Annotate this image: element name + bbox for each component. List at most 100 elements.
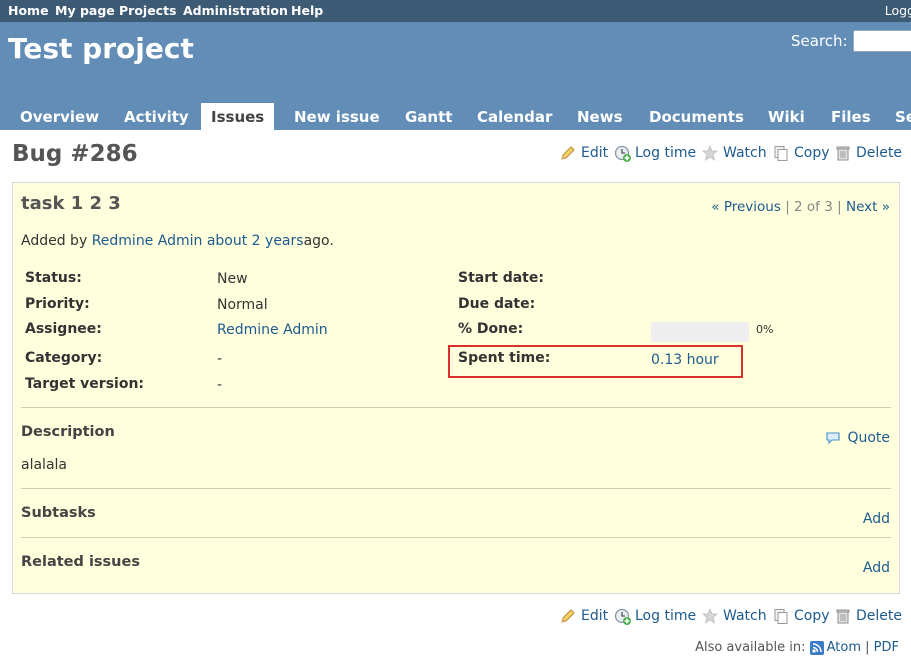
- divider: [21, 407, 891, 408]
- watch-link[interactable]: Watch: [723, 145, 767, 161]
- top-menu: Home My page Projects Administration Hel…: [0, 0, 911, 22]
- search-label: Search:: [791, 32, 848, 50]
- divider: [21, 537, 891, 538]
- tab-activity[interactable]: Activity: [114, 103, 199, 130]
- priority-label: Priority:: [25, 296, 90, 312]
- log-time-link[interactable]: Log time: [635, 145, 696, 161]
- delete-action[interactable]: Delete: [835, 608, 902, 624]
- page-title: Bug #286: [12, 141, 138, 167]
- previous-link[interactable]: « Previous: [711, 199, 781, 215]
- other-formats: Also available in: Atom | PDF: [695, 640, 899, 655]
- category-label: Category:: [25, 350, 103, 366]
- contextual-actions-top: Edit Log time Watch Copy Delete: [560, 144, 905, 165]
- copy-action[interactable]: Copy: [773, 145, 830, 161]
- search-input[interactable]: [853, 30, 911, 52]
- top-menu-projects[interactable]: Projects: [119, 3, 177, 18]
- also-available-label: Also available in:: [695, 640, 806, 655]
- created-time-link[interactable]: about 2 years: [207, 233, 304, 249]
- star-icon: [701, 607, 719, 624]
- feed-icon: [809, 640, 824, 655]
- status-value: New: [217, 271, 248, 287]
- tab-gantt[interactable]: Gantt: [395, 103, 462, 130]
- delete-action[interactable]: Delete: [835, 145, 902, 161]
- add-related-issue-link[interactable]: Add: [863, 560, 890, 576]
- watch-action[interactable]: Watch: [701, 607, 767, 624]
- tab-files[interactable]: Files: [821, 103, 881, 130]
- log-time-link[interactable]: Log time: [635, 608, 696, 624]
- comment-icon: [825, 430, 841, 446]
- priority-value: Normal: [217, 297, 268, 313]
- tab-calendar[interactable]: Calendar: [467, 103, 562, 130]
- pencil-icon: [560, 145, 576, 161]
- copy-link[interactable]: Copy: [794, 608, 830, 624]
- done-percent: 0%: [756, 323, 774, 336]
- tab-news[interactable]: News: [567, 103, 633, 130]
- add-subtask-link[interactable]: Add: [863, 511, 890, 527]
- tab-new-issue[interactable]: New issue: [284, 103, 390, 130]
- top-menu-home[interactable]: Home: [8, 3, 49, 18]
- start-date-label: Start date:: [458, 270, 544, 286]
- status-label: Status:: [25, 270, 82, 286]
- tab-settings[interactable]: Se: [885, 103, 911, 130]
- next-link[interactable]: Next »: [846, 199, 890, 215]
- issue-details: task 1 2 3 « Previous | 2 of 3 | Next » …: [12, 182, 900, 594]
- format-separator: |: [865, 640, 870, 655]
- nav-separator: |: [837, 199, 842, 215]
- star-icon: [701, 144, 719, 161]
- nav-position: 2 of 3: [794, 199, 833, 215]
- tab-issues[interactable]: Issues: [201, 103, 275, 130]
- author-prefix: Added by: [21, 233, 88, 249]
- copy-icon: [773, 145, 789, 161]
- atom-link[interactable]: Atom: [827, 640, 861, 655]
- issue-author-line: Added by Redmine Admin about 2 yearsago.: [21, 233, 334, 249]
- log-time-action[interactable]: Log time: [614, 608, 696, 625]
- divider: [21, 488, 891, 489]
- top-menu-help[interactable]: Help: [291, 3, 323, 18]
- subtasks-title: Subtasks: [21, 505, 96, 521]
- issue-subject: task 1 2 3: [21, 193, 121, 214]
- trash-icon: [835, 608, 851, 624]
- related-issues-title: Related issues: [21, 554, 140, 570]
- description-text: alalala: [21, 457, 67, 473]
- assignee-label: Assignee:: [25, 321, 102, 337]
- assignee-link[interactable]: Redmine Admin: [217, 322, 328, 338]
- copy-action[interactable]: Copy: [773, 608, 830, 624]
- author-suffix: ago.: [303, 233, 334, 249]
- atom-action[interactable]: Atom: [809, 640, 861, 655]
- clock-add-icon: [614, 608, 631, 625]
- copy-link[interactable]: Copy: [794, 145, 830, 161]
- contextual-actions-bottom: Edit Log time Watch Copy Delete: [560, 607, 905, 628]
- target-version-label: Target version:: [25, 376, 145, 392]
- due-date-label: Due date:: [458, 296, 536, 312]
- watch-action[interactable]: Watch: [701, 144, 767, 161]
- edit-link[interactable]: Edit: [581, 145, 608, 161]
- log-time-action[interactable]: Log time: [614, 145, 696, 162]
- delete-link[interactable]: Delete: [856, 145, 902, 161]
- top-menu-my-page[interactable]: My page: [55, 3, 115, 18]
- trash-icon: [835, 145, 851, 161]
- edit-link[interactable]: Edit: [581, 608, 608, 624]
- top-menu-administration[interactable]: Administration: [183, 3, 288, 18]
- done-progress-bar: [651, 322, 749, 342]
- logged-in-as: Logg: [884, 3, 911, 18]
- tab-wiki[interactable]: Wiki: [758, 103, 815, 130]
- quote-link[interactable]: Quote: [847, 430, 890, 446]
- delete-link[interactable]: Delete: [856, 608, 902, 624]
- issue-navigation: « Previous | 2 of 3 | Next »: [711, 199, 890, 215]
- tab-overview[interactable]: Overview: [10, 103, 109, 130]
- project-title: Test project: [8, 32, 194, 65]
- edit-action[interactable]: Edit: [560, 145, 608, 161]
- pencil-icon: [560, 608, 576, 624]
- pdf-link[interactable]: PDF: [874, 640, 899, 655]
- nav-separator: |: [785, 199, 790, 215]
- clock-add-icon: [614, 145, 631, 162]
- description-title: Description: [21, 424, 115, 440]
- copy-icon: [773, 608, 789, 624]
- tab-documents[interactable]: Documents: [639, 103, 754, 130]
- author-link[interactable]: Redmine Admin: [92, 233, 203, 249]
- watch-link[interactable]: Watch: [723, 608, 767, 624]
- edit-action[interactable]: Edit: [560, 608, 608, 624]
- done-label: % Done:: [458, 321, 524, 337]
- spent-time-highlight: [448, 345, 743, 378]
- quote-action[interactable]: Quote: [825, 430, 890, 446]
